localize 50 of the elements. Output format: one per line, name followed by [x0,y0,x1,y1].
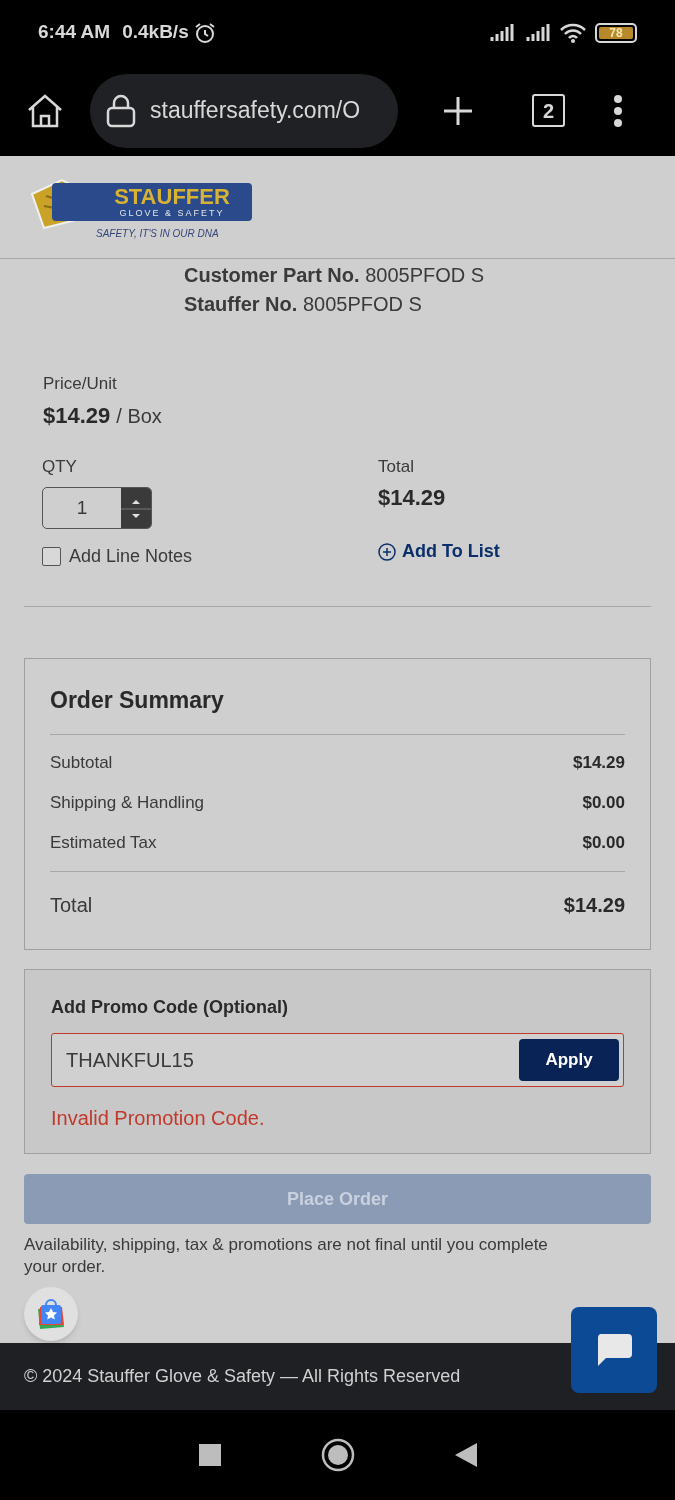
signal-icon [489,23,515,42]
address-bar[interactable]: stauffersafety.com/O [90,73,398,148]
chat-button[interactable] [571,1307,657,1393]
order-summary-title: Order Summary [50,686,225,715]
summary-value: $0.00 [582,791,625,814]
checkbox-label: Add Line Notes [69,545,193,568]
disclaimer-text: Availability, shipping, tax & promotions are not final until you complete your order. [24,1234,549,1278]
total-amount: $14.29 [378,484,447,512]
network-speed: 0.4kB/s [122,20,189,45]
logo-tagline: SAFETY, IT'S IN OUR DNA [96,226,220,241]
error-message: Invalid Promotion Code. [51,1106,266,1131]
total-label: Total [378,455,415,478]
quantity-stepper[interactable]: 1 [42,487,152,529]
part-number: Customer Part No. 8005PFOD S [184,263,486,288]
tab-count-button[interactable]: 2 [532,94,565,127]
stepper-arrows-icon[interactable] [121,488,151,528]
home-button-icon[interactable] [320,1438,355,1472]
wifi-icon [559,21,587,44]
promo-title: Add Promo Code (Optional) [51,996,289,1019]
summary-label: Shipping & Handling [50,791,205,814]
copyright-text: © 2024 Stauffer Glove & Safety — All Rights Reserved [24,1365,461,1388]
home-icon[interactable] [26,92,64,129]
add-to-list-link[interactable]: Add To List [378,538,500,565]
summary-label: Subtotal [50,751,113,774]
logo-name: STAUFFER [114,185,230,208]
plus-icon[interactable] [442,94,474,127]
summary-value: $0.00 [582,831,625,854]
unit-price: $14.29 [43,401,111,430]
battery-level: 78 [599,26,633,39]
apply-button[interactable]: Apply [519,1039,619,1081]
logo-subtitle: GLOVE & SAFETY [119,207,225,218]
signal-icon [525,23,551,42]
checkbox[interactable] [42,547,61,566]
menu-icon[interactable] [613,94,623,127]
price-label: Price/Unit [43,373,118,395]
summary-total-label: Total [50,892,93,918]
summary-value: $14.29 [573,751,625,774]
part-number: Stauffer No. 8005PFOD S [184,292,423,317]
status-time: 6:44 AM [38,20,111,45]
summary-label: Estimated Tax [50,831,157,854]
price-unit: / Box [116,403,162,429]
lock-icon [106,93,136,128]
shopping-bag-button[interactable] [24,1287,78,1341]
qty-label: QTY [42,455,78,478]
recents-icon[interactable] [198,1444,221,1466]
promo-code-field[interactable]: THANKFUL15 Apply [51,1033,624,1087]
url-text: stauffersafety.com/O [150,96,361,126]
summary-total-value: $14.29 [563,892,625,918]
back-icon[interactable] [454,1443,477,1467]
plus-circle-icon [378,542,396,561]
